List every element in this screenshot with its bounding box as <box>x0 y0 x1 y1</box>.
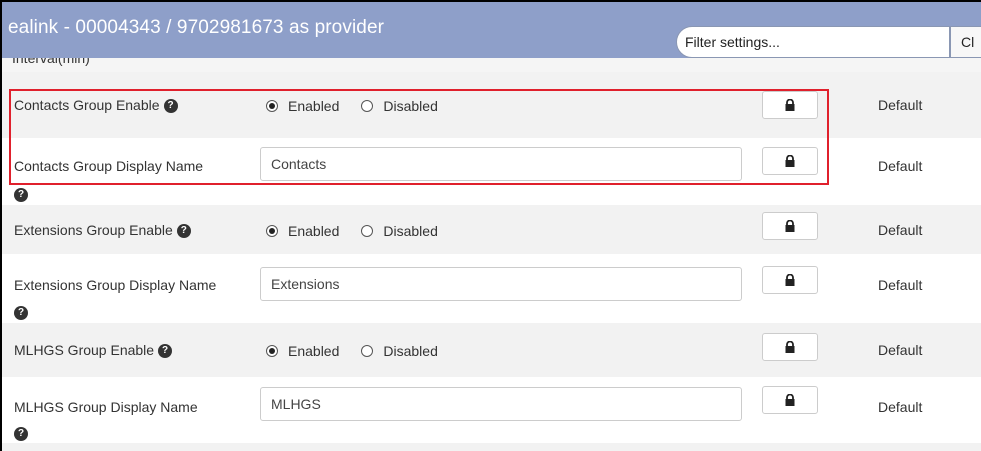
lock-icon <box>785 155 795 167</box>
mlhgs-display-name-input[interactable] <box>260 387 742 421</box>
radio-disabled-label: Disabled <box>383 98 438 114</box>
setting-row-mlhgs-group-enable: MLHGS Group Enable? Enabled Disabled Def… <box>2 323 981 377</box>
lock-button[interactable] <box>762 386 818 414</box>
setting-row-contacts-group-display-name: Contacts Group Display Name ? Default <box>2 138 981 205</box>
setting-row-extensions-group-display-name: Extensions Group Display Name ? Default <box>2 254 981 323</box>
radio-enabled-label: Enabled <box>288 343 340 359</box>
enable-radio-group: Enabled Disabled <box>266 223 460 239</box>
default-label: Default <box>878 342 923 358</box>
contacts-display-name-input[interactable] <box>260 147 742 181</box>
default-label: Default <box>878 158 923 174</box>
setting-row-contacts-group-enable: Contacts Group Enable? Enabled Disabled … <box>2 72 981 138</box>
enable-radio-group: Enabled Disabled <box>266 343 460 359</box>
setting-row-extensions-group-enable: Extensions Group Enable? Enabled Disable… <box>2 205 981 254</box>
radio-enabled-label: Enabled <box>288 223 340 239</box>
lock-button[interactable] <box>762 266 818 294</box>
default-label: Default <box>878 222 923 238</box>
radio-disabled[interactable] <box>361 225 374 237</box>
lock-button[interactable] <box>762 212 818 240</box>
lock-icon <box>785 394 795 406</box>
lock-button[interactable] <box>762 333 818 361</box>
default-label: Default <box>878 277 923 293</box>
help-icon[interactable]: ? <box>14 188 28 202</box>
settings-window: ealink - 00004343 / 9702981673 as provid… <box>0 0 981 451</box>
radio-disabled-label: Disabled <box>383 343 438 359</box>
lock-icon <box>785 99 795 111</box>
help-icon[interactable]: ? <box>158 344 173 359</box>
radio-enabled[interactable] <box>266 225 278 237</box>
help-icon[interactable]: ? <box>163 99 178 114</box>
help-icon[interactable]: ? <box>176 224 191 239</box>
radio-disabled[interactable] <box>361 345 374 357</box>
header-bar: ealink - 00004343 / 9702981673 as provid… <box>2 2 981 58</box>
radio-disabled-label: Disabled <box>383 223 438 239</box>
radio-disabled[interactable] <box>361 100 374 112</box>
radio-enabled[interactable] <box>266 100 278 112</box>
radio-enabled[interactable] <box>266 345 278 357</box>
page-title: ealink - 00004343 / 9702981673 as provid… <box>8 17 385 38</box>
setting-label: MLHGS Group Enable <box>14 342 155 358</box>
lock-icon <box>785 274 795 286</box>
default-label: Default <box>878 399 923 415</box>
frame-border-top <box>0 0 981 2</box>
setting-label: Contacts Group Display Name <box>14 158 204 174</box>
clipped-setting-row: Interval(min) <box>2 58 981 72</box>
setting-label: Contacts Group Enable <box>14 97 160 113</box>
filter-settings-input[interactable] <box>676 26 950 58</box>
lock-icon <box>785 220 795 232</box>
setting-label: Extensions Group Display Name <box>14 277 217 293</box>
lock-button[interactable] <box>762 91 818 119</box>
extensions-display-name-input[interactable] <box>260 267 742 301</box>
setting-row-mlhgs-group-display-name: MLHGS Group Display Name ? Default <box>2 377 981 443</box>
setting-label: Extensions Group Enable <box>14 222 173 238</box>
setting-label: Interval(min) <box>12 58 90 66</box>
radio-enabled-label: Enabled <box>288 98 340 114</box>
help-icon[interactable]: ? <box>14 427 28 441</box>
setting-label: MLHGS Group Display Name <box>14 399 198 415</box>
frame-border-left <box>0 0 2 451</box>
help-icon[interactable]: ? <box>14 306 28 320</box>
lock-button[interactable] <box>762 147 818 175</box>
default-label: Default <box>878 97 923 113</box>
next-row-partial <box>2 443 981 451</box>
enable-radio-group: Enabled Disabled <box>266 98 460 114</box>
lock-icon <box>785 341 795 353</box>
clear-filter-button[interactable]: Cl <box>950 26 981 58</box>
